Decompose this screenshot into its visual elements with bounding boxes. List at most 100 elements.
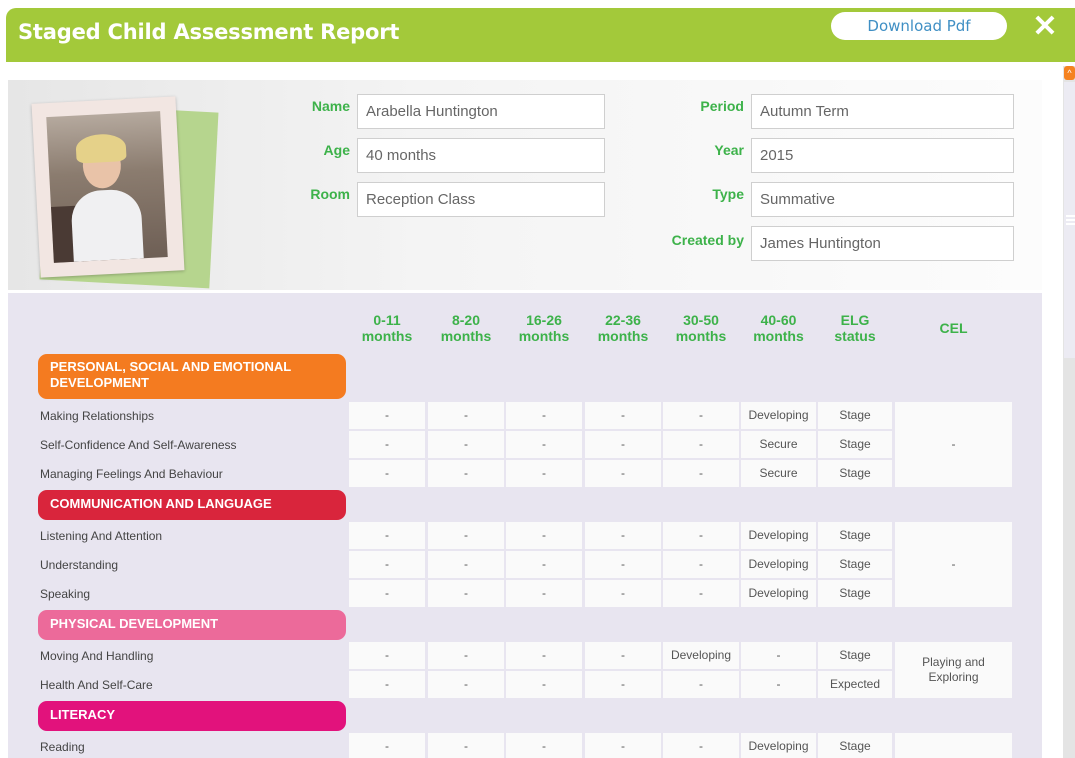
table-cell: - xyxy=(428,551,504,578)
download-pdf-button[interactable]: Download Pdf xyxy=(831,12,1007,40)
report-modal: { "header": { "title": "Staged Child Ass… xyxy=(0,0,1075,758)
table-cell: - xyxy=(663,402,739,429)
table-cell: Stage xyxy=(818,733,892,758)
age-field[interactable]: 40 months xyxy=(357,138,605,173)
table-cell: - xyxy=(585,522,661,549)
table-cell: Stage xyxy=(818,460,892,487)
column-header: 16-26 months xyxy=(506,312,582,344)
row-label: Self-Confidence And Self-Awareness xyxy=(40,438,237,452)
table-cell: - xyxy=(349,671,425,698)
scrollbar-grip-icon xyxy=(1066,215,1075,225)
period-label: Period xyxy=(700,98,744,114)
period-field[interactable]: Autumn Term xyxy=(751,94,1014,129)
cel-cell: - xyxy=(895,402,1012,487)
column-header-line: 40-60 xyxy=(760,312,797,328)
table-cell: - xyxy=(349,642,425,669)
column-header: ELG status xyxy=(818,312,892,344)
column-header: 30-50 months xyxy=(663,312,739,344)
column-header-line: 16-26 xyxy=(526,312,562,328)
column-header: 8-20 months xyxy=(428,312,504,344)
column-header-line: months xyxy=(440,328,492,344)
table-cell: - xyxy=(506,733,582,758)
table-cell: Developing xyxy=(663,642,739,669)
table-cell: Stage xyxy=(818,522,892,549)
table-cell: - xyxy=(741,642,816,669)
table-cell: - xyxy=(663,431,739,458)
table-cell: - xyxy=(428,580,504,607)
table-cell: - xyxy=(349,551,425,578)
table-cell: - xyxy=(663,671,739,698)
table-cell: - xyxy=(506,402,582,429)
cel-cell: Playing and Exploring xyxy=(895,642,1012,698)
age-label: Age xyxy=(323,142,350,158)
room-field[interactable]: Reception Class xyxy=(357,182,605,217)
table-cell: Stage xyxy=(818,402,892,429)
created-by-field[interactable]: James Huntington xyxy=(751,226,1014,261)
table-cell: - xyxy=(663,580,739,607)
column-header-line: 30-50 xyxy=(683,312,719,328)
column-header-line: 0-11 xyxy=(373,312,401,328)
section-title: PERSONAL, SOCIAL AND EMOTIONAL xyxy=(50,359,292,374)
column-header-line: months xyxy=(597,328,649,344)
table-cell: - xyxy=(428,402,504,429)
table-cell: - xyxy=(506,431,582,458)
row-label: Health And Self-Care xyxy=(40,678,153,692)
table-cell: - xyxy=(585,580,661,607)
table-cell: Stage xyxy=(818,642,892,669)
table-cell: Stage xyxy=(818,580,892,607)
column-header-line: ELG xyxy=(840,312,870,328)
row-label: Reading xyxy=(40,740,85,754)
table-cell: - xyxy=(506,551,582,578)
type-label: Type xyxy=(712,186,744,202)
table-cell: - xyxy=(349,522,425,549)
table-cell: - xyxy=(663,551,739,578)
table-cell: - xyxy=(428,431,504,458)
row-label: Managing Feelings And Behaviour xyxy=(40,467,223,481)
name-label: Name xyxy=(311,98,350,114)
scroll-up-icon[interactable]: ^ xyxy=(1064,66,1075,80)
page-title: Staged Child Assessment Report xyxy=(18,20,400,44)
table-cell: - xyxy=(585,402,661,429)
section-title: DEVELOPMENT xyxy=(50,375,149,390)
section-header: LITERACY xyxy=(38,701,346,731)
table-cell: - xyxy=(585,460,661,487)
table-cell: - xyxy=(506,580,582,607)
table-cell: - xyxy=(585,733,661,758)
created-by-label: Created by xyxy=(671,232,744,248)
table-cell: - xyxy=(506,671,582,698)
column-header: 22-36 months xyxy=(585,312,661,344)
table-cell: - xyxy=(741,671,816,698)
type-field[interactable]: Summative xyxy=(751,182,1014,217)
year-field[interactable]: 2015 xyxy=(751,138,1014,173)
table-cell: - xyxy=(663,522,739,549)
table-cell: Expected xyxy=(818,671,892,698)
section-title: PHYSICAL DEVELOPMENT xyxy=(50,616,219,631)
row-label: Making Relationships xyxy=(40,409,155,423)
room-label: Room xyxy=(310,186,350,202)
column-header: 40-60 months xyxy=(741,312,816,344)
cel-value: - xyxy=(951,437,956,451)
cel-cell xyxy=(895,733,1012,758)
table-cell: Developing xyxy=(741,580,816,607)
name-field[interactable]: Arabella Huntington xyxy=(357,94,605,129)
column-header-line: months xyxy=(675,328,727,344)
child-photo xyxy=(46,111,168,263)
close-icon[interactable]: ✕ xyxy=(1030,12,1060,42)
cel-cell: - xyxy=(895,522,1012,607)
table-cell: - xyxy=(506,522,582,549)
column-header-cel: CEL xyxy=(939,320,968,336)
table-cell: - xyxy=(585,431,661,458)
table-cell: - xyxy=(506,460,582,487)
section-title: COMMUNICATION AND LANGUAGE xyxy=(50,496,272,511)
photo-frame xyxy=(31,96,185,278)
table-cell: - xyxy=(349,580,425,607)
column-header-line: status xyxy=(834,328,876,344)
column-header-line: 8-20 xyxy=(451,312,481,328)
table-cell: Secure xyxy=(741,431,816,458)
table-cell: - xyxy=(349,402,425,429)
table-cell: Secure xyxy=(741,460,816,487)
row-label: Speaking xyxy=(40,587,91,601)
table-cell: Developing xyxy=(741,733,816,758)
table-cell: - xyxy=(585,642,661,669)
table-cell: - xyxy=(506,642,582,669)
